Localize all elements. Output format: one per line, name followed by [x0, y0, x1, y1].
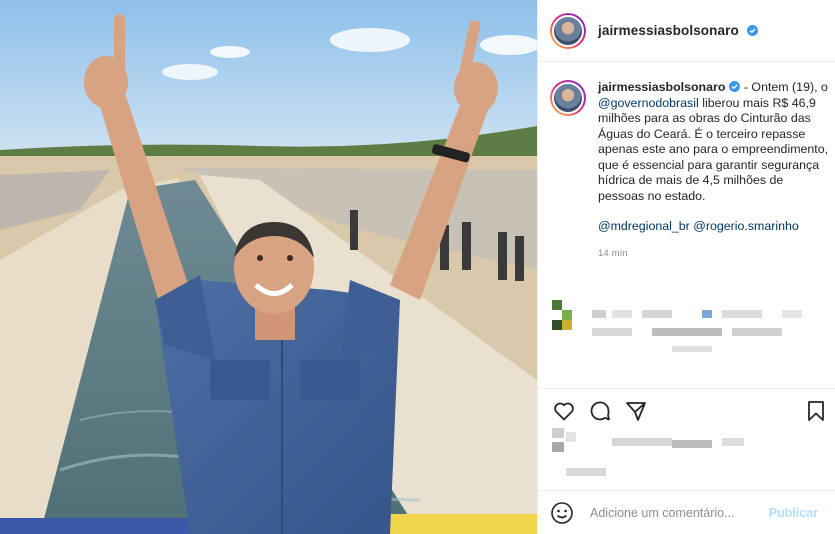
caption-text: jairmessiasbolsonaro - Ontem (19), o @go…: [598, 80, 830, 261]
emoji-icon[interactable]: [550, 501, 574, 525]
verified-badge-icon: [729, 81, 741, 92]
avatar-image: [552, 82, 584, 114]
comment-icon[interactable]: [588, 399, 612, 423]
mention-mdregional[interactable]: @mdregional_br: [598, 219, 690, 233]
caption-avatar[interactable]: [550, 80, 586, 116]
caption-lead: - Ontem (19), o: [743, 80, 828, 94]
post-sidebar: jairmessiasbolsonaro jairmessiasbolsonar…: [537, 0, 835, 534]
verified-badge-icon: [746, 25, 758, 36]
header-avatar[interactable]: [550, 12, 586, 49]
post-timestamp[interactable]: 14 min: [598, 246, 830, 262]
mention-governodobrasil[interactable]: @governodobrasil: [598, 96, 699, 110]
caption-body: liberou mais R$ 46,9 milhões para as obr…: [598, 95, 829, 203]
photo-illustration: [0, 0, 537, 534]
post-header: jairmessiasbolsonaro: [538, 0, 835, 62]
avatar-image: [552, 14, 584, 47]
header-username[interactable]: jairmessiasbolsonaro: [598, 23, 758, 38]
header-username-text[interactable]: jairmessiasbolsonaro: [598, 23, 739, 38]
comment-input[interactable]: [590, 505, 769, 520]
instagram-post-view: jairmessiasbolsonaro jairmessiasbolsonar…: [0, 0, 835, 534]
post-caption: jairmessiasbolsonaro - Ontem (19), o @go…: [550, 80, 830, 261]
caption-tags: @mdregional_br @rogerio.smarinho: [598, 219, 830, 235]
caption-username[interactable]: jairmessiasbolsonaro: [598, 80, 725, 94]
send-icon[interactable]: [624, 399, 648, 423]
bookmark-icon[interactable]: [804, 399, 828, 423]
post-photo[interactable]: [0, 0, 537, 534]
blurred-likes: [552, 428, 752, 482]
blurred-comment: [552, 300, 830, 352]
comment-bar: Publicar: [538, 490, 835, 534]
mention-rogerio[interactable]: @rogerio.smarinho: [693, 219, 799, 233]
publish-button[interactable]: Publicar: [769, 506, 818, 520]
heart-icon[interactable]: [552, 399, 576, 423]
